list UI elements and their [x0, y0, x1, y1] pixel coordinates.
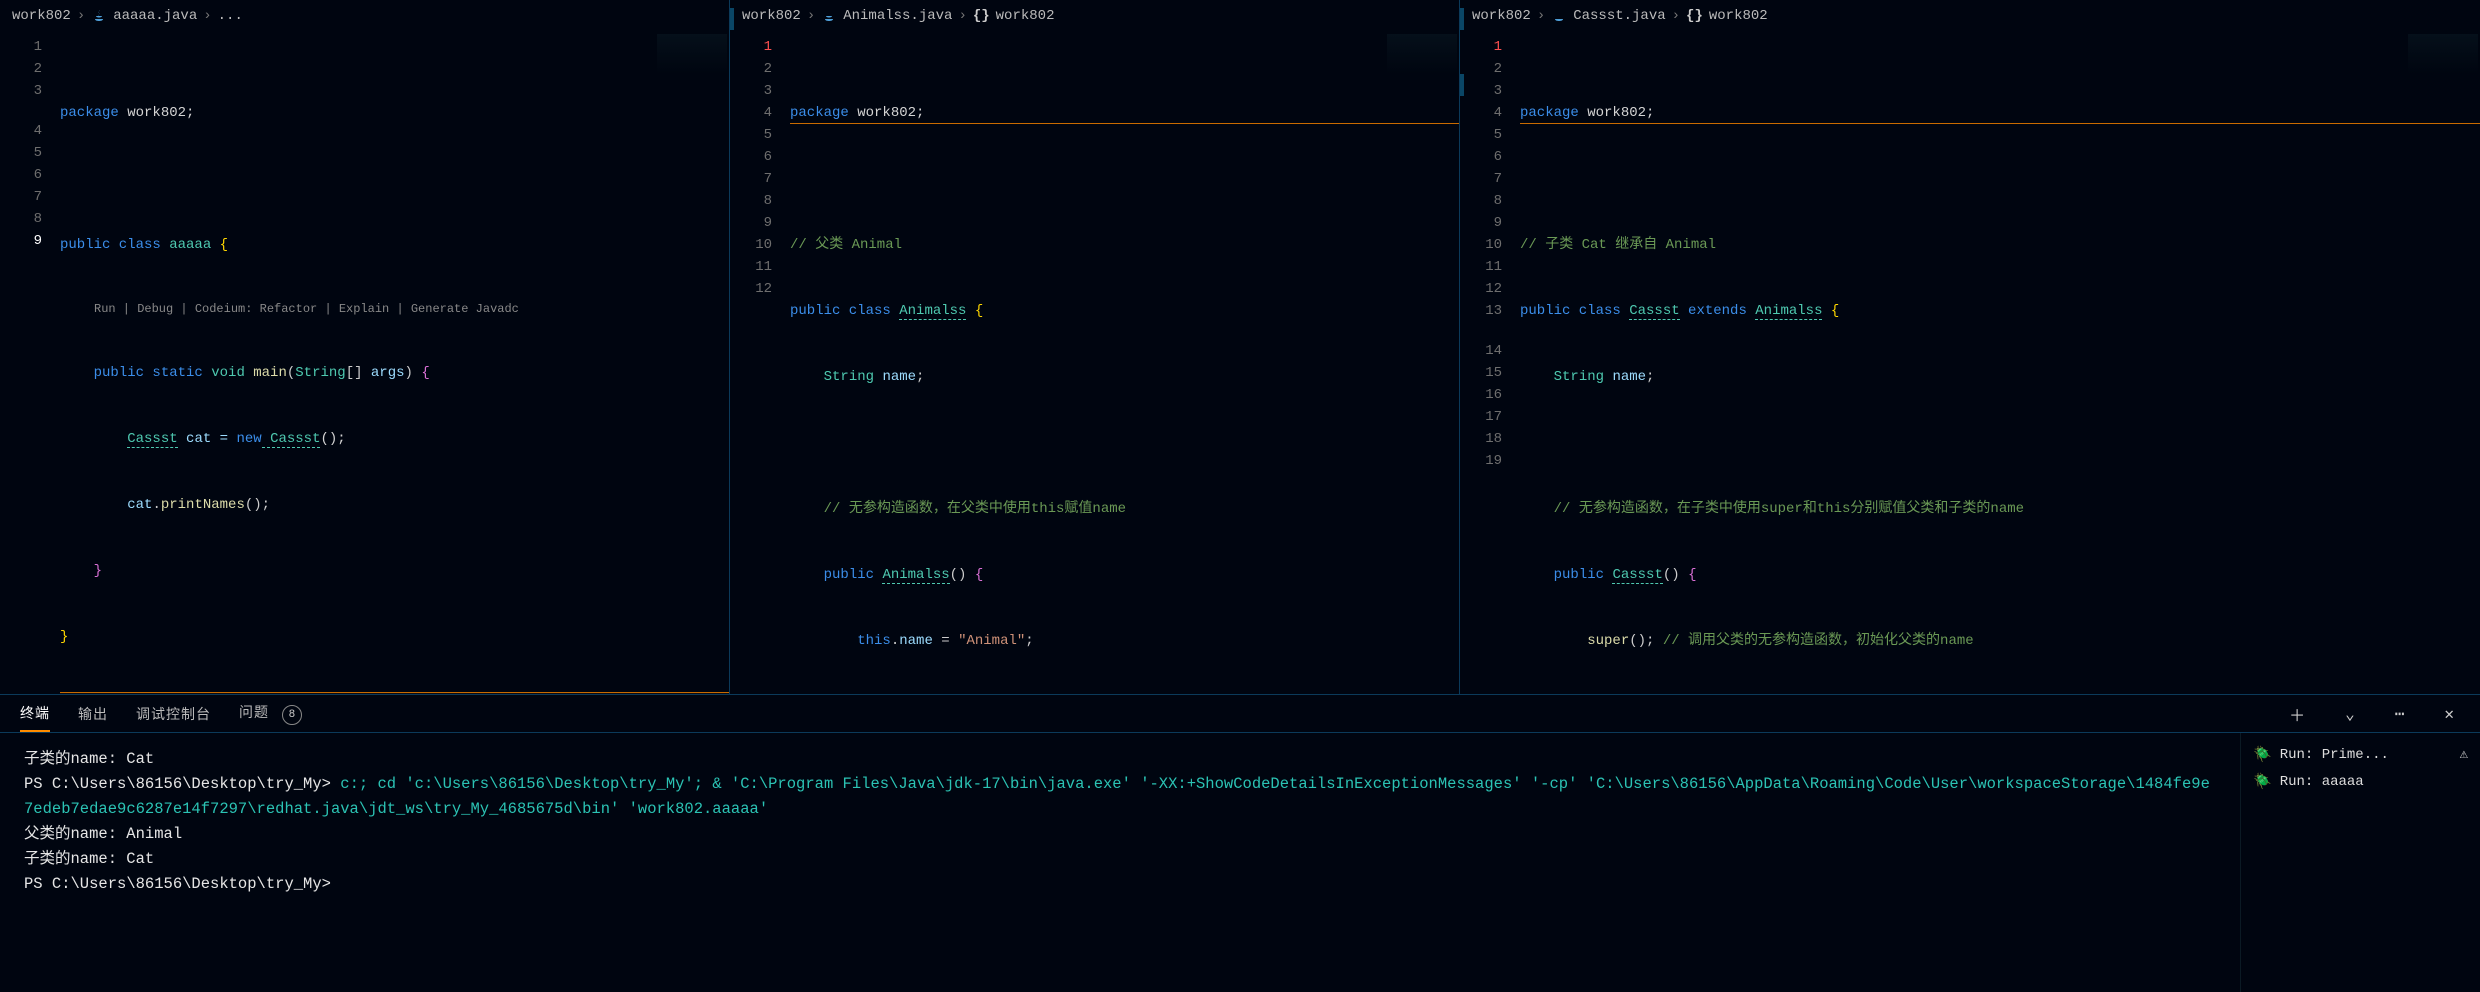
editor-panes: work802 › aaaaa.java › ... 12 3 45 67 8 … [0, 0, 2480, 695]
java-icon [1551, 8, 1567, 24]
chevron-right-icon: › [77, 8, 85, 24]
tab-problems[interactable]: 问题 8 [239, 695, 302, 732]
breadcrumb-ns[interactable]: work802 [996, 8, 1055, 24]
chevron-right-icon: › [807, 8, 815, 24]
breadcrumb-file[interactable]: aaaaa.java [113, 8, 197, 24]
code-editor[interactable]: 12 34 56 78 910 1112 package work802; //… [730, 32, 1459, 694]
tab-debug-console[interactable]: 调试控制台 [136, 697, 211, 731]
namespace-icon: {} [1686, 8, 1703, 24]
minimap[interactable] [1387, 34, 1457, 74]
tab-output[interactable]: 输出 [78, 697, 108, 731]
warning-icon: ⚠ [2460, 746, 2468, 763]
workspace: work802 › aaaaa.java › ... 12 3 45 67 8 … [0, 0, 2480, 992]
chevron-right-icon: › [1672, 8, 1680, 24]
chevron-right-icon: › [958, 8, 966, 24]
breadcrumb-folder[interactable]: work802 [742, 8, 801, 24]
line-gutter: 12 3 45 67 8 9 [0, 32, 60, 694]
chevron-right-icon: › [203, 8, 211, 24]
problems-count-badge: 8 [282, 705, 302, 725]
breadcrumb-more[interactable]: ... [218, 8, 243, 24]
editor-pane-2: work802 › Animalss.java › {} work802 12 … [730, 0, 1460, 694]
minimap[interactable] [2408, 34, 2478, 74]
terminal-group-item[interactable]: 🪲 Run: aaaaa [2247, 768, 2474, 795]
selection-indicator [1460, 74, 1464, 96]
code-editor[interactable]: 12 3 45 67 8 9 package work802; public c… [0, 32, 729, 694]
close-icon[interactable]: ✕ [2438, 704, 2460, 724]
code-body[interactable]: package work802; public class aaaaa { Ru… [60, 32, 729, 694]
bottom-panel: 终端 输出 调试控制台 问题 8 ＋ ⌄ ⋯ ✕ 子类的name: CatPS … [0, 695, 2480, 992]
terminal-sidebar: 🪲 Run: Prime... ⚠ 🪲 Run: aaaaa [2240, 733, 2480, 992]
codelens[interactable]: Run | Debug | Codeium: Refactor | Explai… [60, 300, 729, 318]
panel-tabbar: 终端 输出 调试控制台 问题 8 ＋ ⌄ ⋯ ✕ [0, 695, 2480, 733]
breadcrumb-ns[interactable]: work802 [1709, 8, 1768, 24]
breadcrumb-folder[interactable]: work802 [1472, 8, 1531, 24]
editor-pane-1: work802 › aaaaa.java › ... 12 3 45 67 8 … [0, 0, 730, 694]
more-icon[interactable]: ⋯ [2389, 704, 2411, 724]
breadcrumb-file[interactable]: Animalss.java [843, 8, 952, 24]
line-gutter: 12 34 56 78 910 1112 [730, 32, 790, 694]
code-editor[interactable]: 12 34 56 78 910 1112 13 1415 1617 1819 p… [1460, 32, 2480, 694]
new-terminal-button[interactable]: ＋ [2283, 702, 2311, 726]
line-gutter: 12 34 56 78 910 1112 13 1415 1617 1819 [1460, 32, 1520, 694]
code-body[interactable]: package work802; // 父类 Animal public cla… [790, 32, 1459, 694]
minimap[interactable] [657, 34, 727, 74]
editor-pane-3: work802 › Cassst.java › {} work802 12 34… [1460, 0, 2480, 694]
breadcrumb-folder[interactable]: work802 [12, 8, 71, 24]
breadcrumb[interactable]: work802 › Cassst.java › {} work802 [1460, 0, 2480, 32]
java-icon [91, 8, 107, 24]
terminal-wrap: 子类的name: CatPS C:\Users\86156\Desktop\tr… [0, 733, 2480, 992]
namespace-icon: {} [973, 8, 990, 24]
breadcrumb[interactable]: work802 › Animalss.java › {} work802 [730, 0, 1459, 32]
code-body[interactable]: package work802; // 子类 Cat 继承自 Animal pu… [1520, 32, 2480, 694]
tab-terminal[interactable]: 终端 [20, 696, 50, 732]
chevron-right-icon: › [1537, 8, 1545, 24]
bug-icon: 🪲 [2253, 745, 2272, 764]
bug-icon: 🪲 [2253, 772, 2272, 791]
terminal-group-item[interactable]: 🪲 Run: Prime... ⚠ [2247, 741, 2474, 768]
java-icon [821, 8, 837, 24]
chevron-down-icon[interactable]: ⌄ [2339, 704, 2361, 724]
breadcrumb[interactable]: work802 › aaaaa.java › ... [0, 0, 729, 32]
terminal[interactable]: 子类的name: CatPS C:\Users\86156\Desktop\tr… [0, 733, 2240, 992]
breadcrumb-file[interactable]: Cassst.java [1573, 8, 1665, 24]
